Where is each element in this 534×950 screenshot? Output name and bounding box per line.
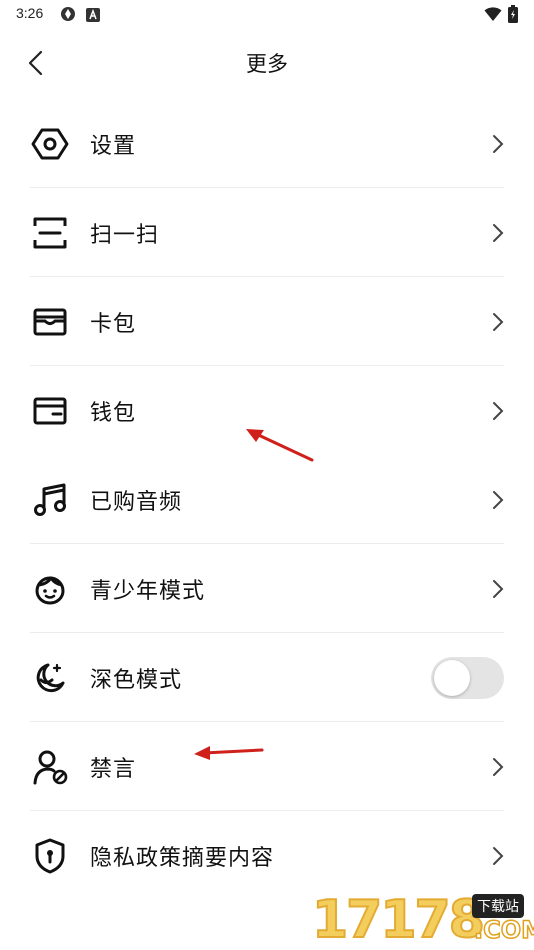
watermark-number: 17178 — [311, 889, 486, 950]
menu-item-label: 青少年模式 — [90, 579, 206, 604]
status-right-icons — [484, 5, 518, 27]
smiley-face-icon — [31, 570, 69, 608]
menu-item-label: 已购音频 — [90, 490, 183, 515]
chevron-right-icon — [488, 843, 508, 869]
menu-item-label: 禁言 — [90, 757, 137, 782]
menu-item-privacy-summary[interactable]: 隐私政策摘要内容 — [0, 811, 534, 900]
music-note-icon — [31, 481, 69, 519]
status-left-icons — [60, 6, 100, 26]
menu-item-label: 扫一扫 — [90, 223, 160, 248]
menu-item-wallet[interactable]: 钱包 — [0, 366, 534, 455]
menu-item-muted[interactable]: 禁言 — [0, 722, 534, 811]
battery-icon — [508, 5, 518, 27]
wifi-icon — [484, 6, 502, 26]
watermark-logo: 17178 下载站 .COM — [308, 888, 534, 950]
chevron-right-icon — [488, 131, 508, 157]
page-title: 更多 — [246, 52, 288, 76]
toggle-knob — [434, 660, 470, 696]
menu-item-teen-mode[interactable]: 青少年模式 — [0, 544, 534, 633]
a-badge-icon — [86, 7, 100, 26]
menu-item-label: 钱包 — [90, 401, 137, 426]
watermark-domain: .COM — [473, 915, 534, 945]
menu-item-dark-mode: 深色模式 — [0, 633, 534, 722]
status-bar: 3:26 — [0, 0, 534, 28]
card-wallet-icon — [31, 303, 69, 341]
menu-item-purchased-audio[interactable]: 已购音频 — [0, 455, 534, 544]
menu-item-label: 隐私政策摘要内容 — [90, 846, 275, 871]
watermark-tag: 下载站 — [472, 894, 524, 918]
dark-mode-toggle[interactable] — [431, 657, 504, 699]
shield-keyhole-icon — [31, 837, 69, 875]
user-muted-icon — [31, 748, 69, 786]
chevron-right-icon — [488, 398, 508, 424]
chevron-right-icon — [488, 754, 508, 780]
status-time: 3:26 — [16, 5, 44, 21]
menu-item-label: 设置 — [90, 134, 137, 159]
menu-item-scan[interactable]: 扫一扫 — [0, 188, 534, 277]
settings-hexagon-icon — [31, 125, 69, 163]
chevron-right-icon — [488, 576, 508, 602]
scan-icon — [31, 214, 69, 252]
moon-icon — [31, 659, 69, 697]
wallet-icon — [31, 392, 69, 430]
menu-item-label: 卡包 — [90, 312, 137, 337]
menu-item-label: 深色模式 — [90, 668, 183, 693]
chevron-right-icon — [488, 220, 508, 246]
chevron-right-icon — [488, 309, 508, 335]
menu-item-card-wallet[interactable]: 卡包 — [0, 277, 534, 366]
menu-item-settings[interactable]: 设置 — [0, 99, 534, 188]
menu-list: 设置 扫一扫 卡包 钱包 已购音频 青少年模式 深色模式 禁言 隐私政策摘要内容 — [0, 99, 534, 900]
header: 更多 — [0, 36, 534, 88]
chevron-right-icon — [488, 487, 508, 513]
sync-icon — [60, 6, 76, 26]
